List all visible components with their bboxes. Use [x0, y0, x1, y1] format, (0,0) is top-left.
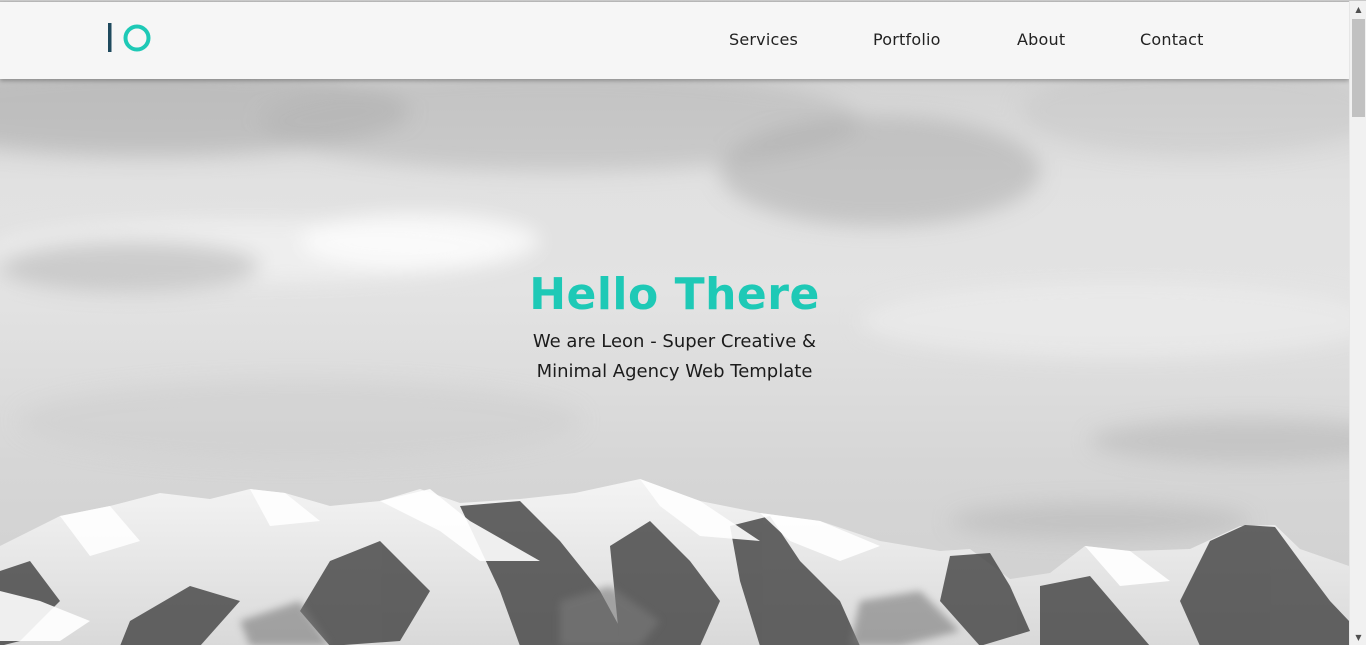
hero-section: Hello There We are Leon - Super Creative…: [0, 1, 1349, 645]
scroll-down-arrow-icon[interactable]: ▼: [1350, 629, 1366, 645]
scrollbar-thumb[interactable]: [1352, 19, 1365, 117]
hero-subtitle: We are Leon - Super Creative & Minimal A…: [0, 327, 1349, 387]
nav-link-about[interactable]: About: [1017, 30, 1065, 49]
hero-subtitle-line-2: Minimal Agency Web Template: [536, 361, 813, 382]
hero-title: Hello There: [529, 269, 820, 320]
hero-subtitle-line-1: We are Leon - Super Creative &: [532, 331, 817, 352]
top-navbar: Services Portfolio About Contact: [0, 2, 1349, 79]
hero-background-image: [0, 66, 1349, 645]
landing-page: Hello There We are Leon - Super Creative…: [0, 1, 1349, 645]
nav-link-portfolio[interactable]: Portfolio: [873, 30, 941, 49]
nav-link-services[interactable]: Services: [729, 30, 798, 49]
vertical-scrollbar[interactable]: ▲ ▼: [1349, 1, 1366, 645]
nav-link-contact[interactable]: Contact: [1140, 30, 1204, 49]
io-logo-icon[interactable]: [108, 22, 154, 56]
scroll-up-arrow-icon[interactable]: ▲: [1350, 1, 1366, 18]
browser-viewport: Hello There We are Leon - Super Creative…: [0, 0, 1366, 645]
